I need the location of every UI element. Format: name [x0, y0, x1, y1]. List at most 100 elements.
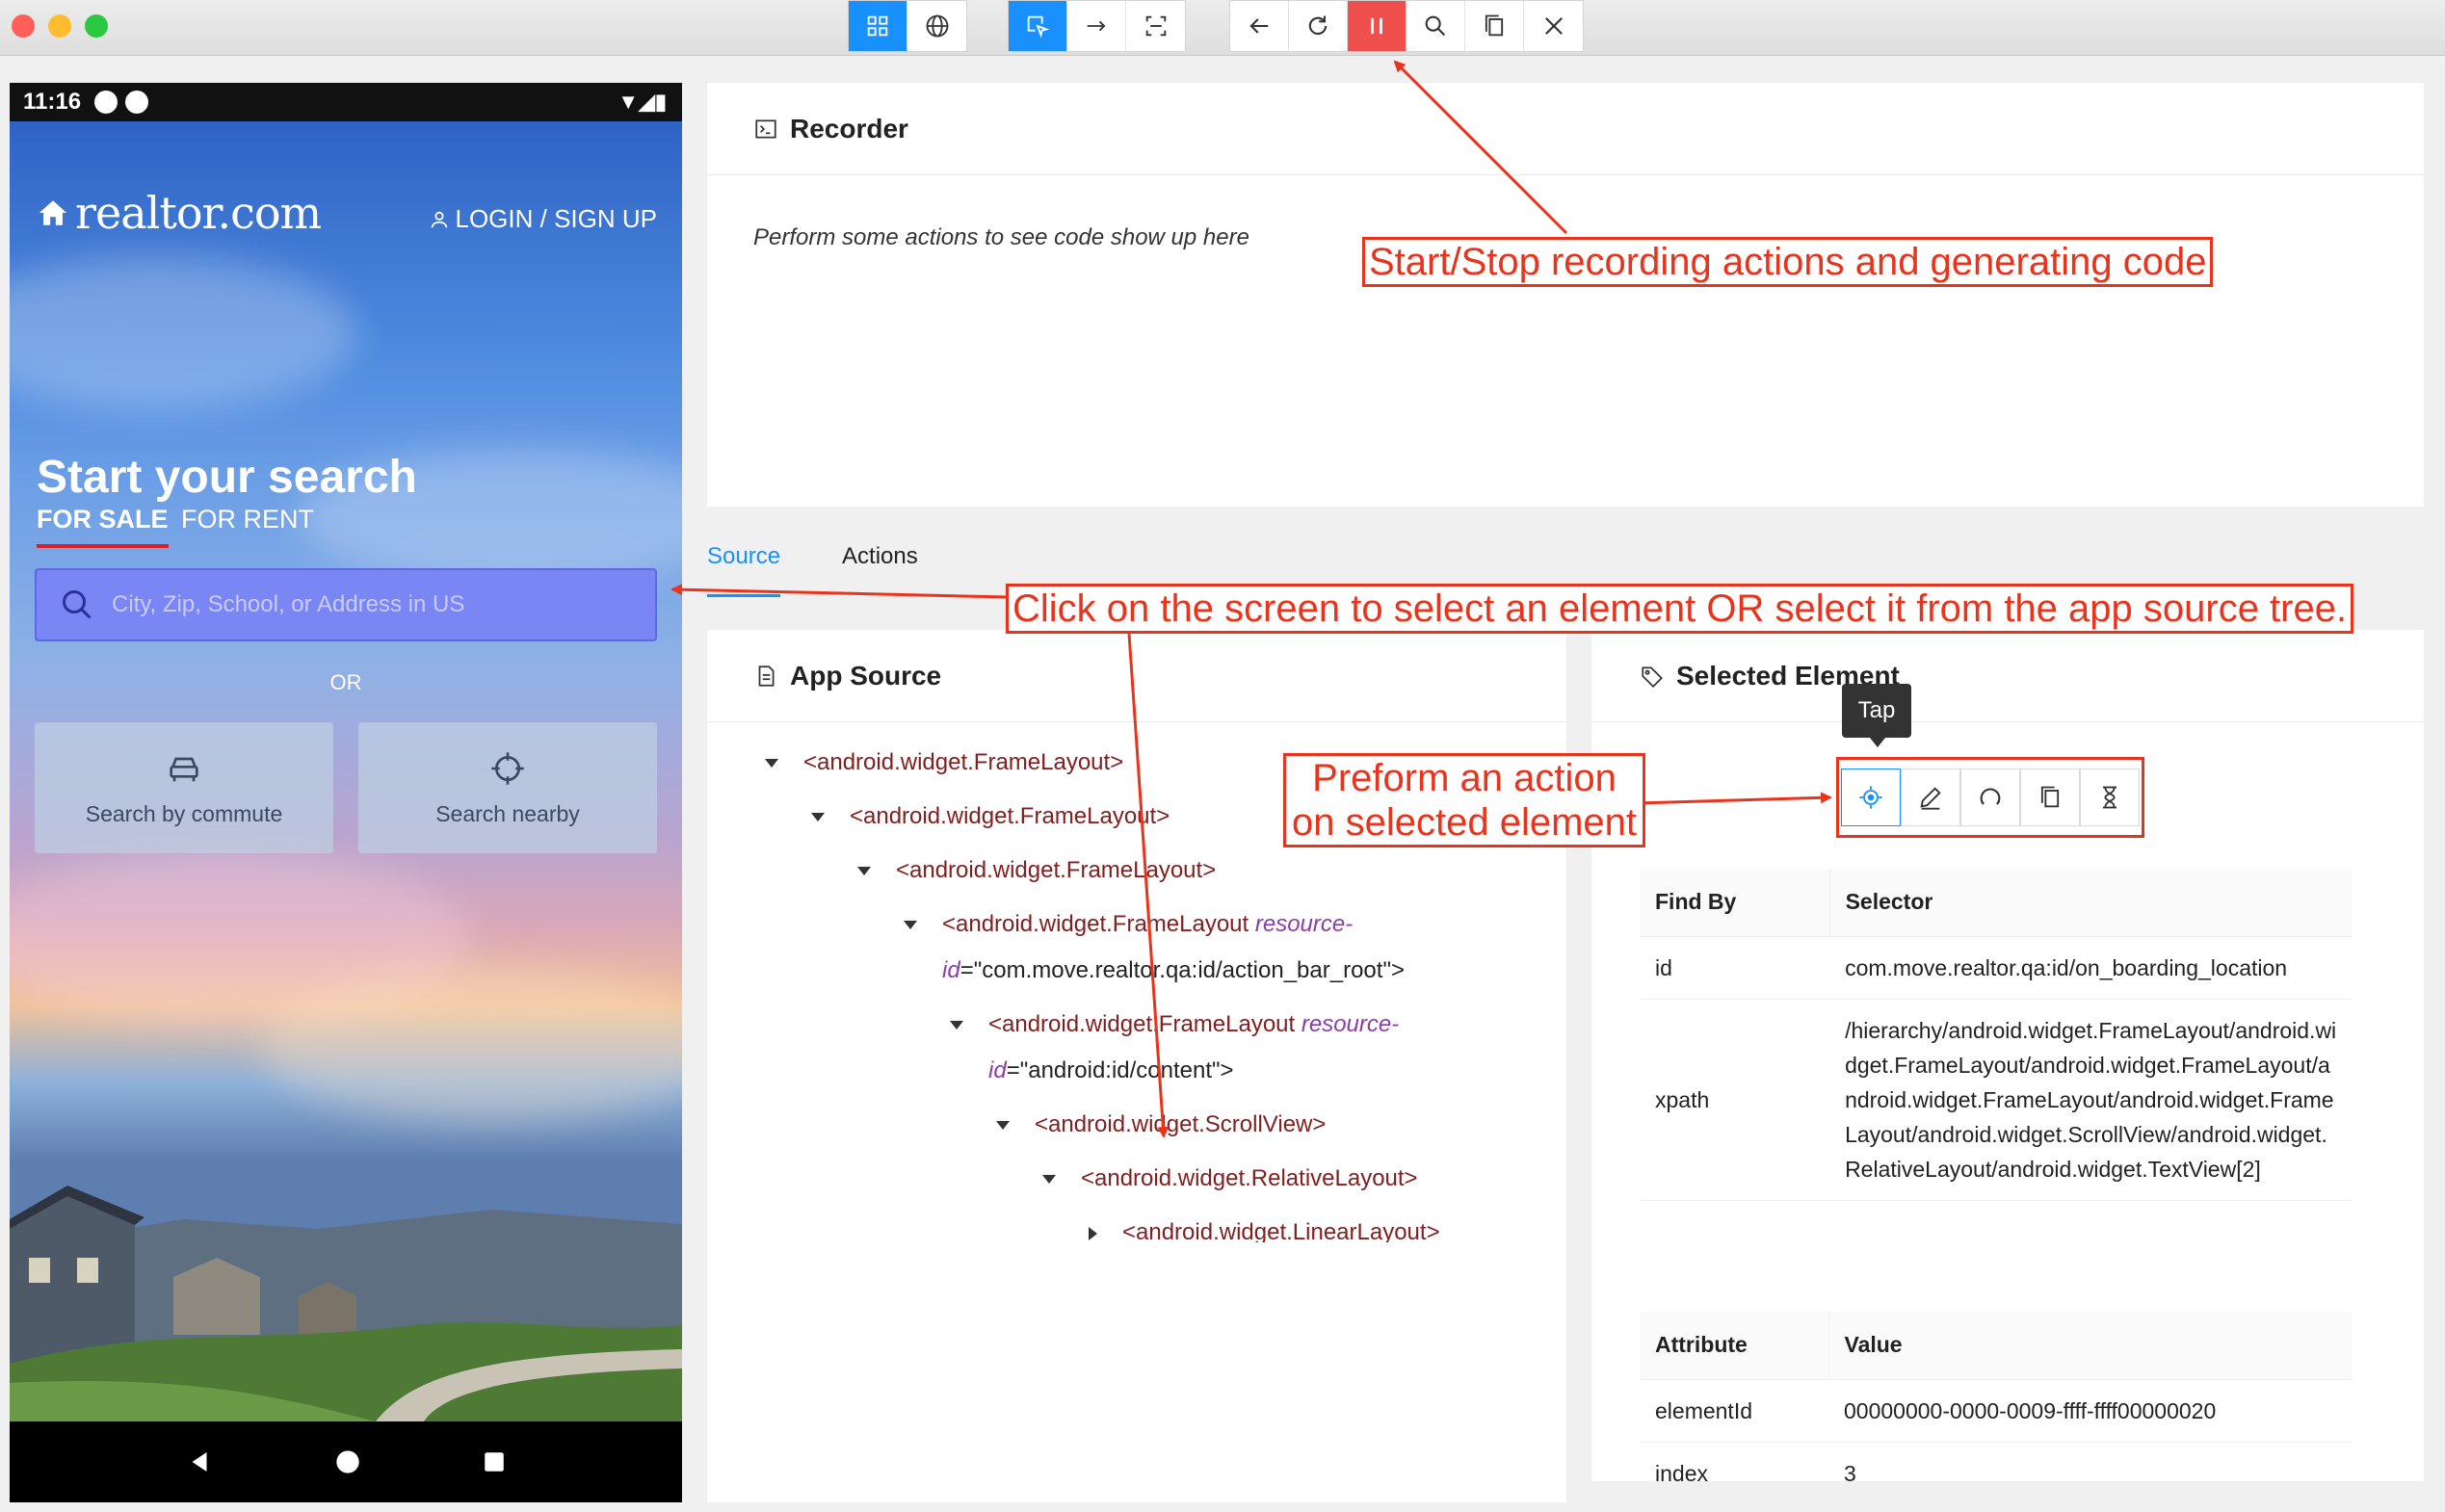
tap-coordinates-icon [1145, 15, 1166, 37]
search-by-commute-button[interactable]: Search by commute [35, 722, 333, 853]
copy-attributes-icon [2040, 786, 2060, 808]
commute-label: Search by commute [85, 800, 283, 826]
refresh-button[interactable] [1289, 1, 1348, 51]
swipe-button[interactable] [1067, 1, 1126, 51]
find-by-header: Find By [1640, 869, 1830, 937]
quit-session-icon [1544, 17, 1563, 35]
search-icon [1425, 15, 1446, 37]
toolbar-mode-group [848, 0, 967, 52]
tab-for-sale[interactable]: FOR SALE [37, 505, 169, 548]
record-annotation: Start/Stop recording actions and generat… [1362, 237, 2214, 287]
collapse-caret-icon[interactable] [1042, 1175, 1056, 1185]
tree-node[interactable]: <android.widget.FrameLayout resource- [950, 1002, 1399, 1048]
tree-node[interactable]: <android.widget.FrameLayout> [765, 740, 1123, 786]
tab-for-rent[interactable]: FOR RENT [181, 505, 314, 534]
recorder-panel: Recorder Perform some actions to see cod… [707, 83, 2424, 507]
refresh-icon [1308, 15, 1328, 36]
value-header: Value [1828, 1312, 2353, 1380]
terminal-icon [755, 118, 776, 139]
copy-xml-button[interactable] [1465, 1, 1524, 51]
tree-node[interactable]: <android.widget.ScrollView> [996, 1102, 1326, 1148]
tree-node-continuation[interactable]: id="android:id/content"> [988, 1048, 1234, 1094]
copy-attributes-button[interactable] [2020, 769, 2080, 826]
app-notification-icon [125, 91, 149, 114]
node-tag: <android.widget.FrameLayout [942, 911, 1249, 937]
tree-node-continuation[interactable]: id="com.move.realtor.qa:id/action_bar_ro… [942, 948, 1405, 994]
collapse-caret-icon[interactable] [857, 867, 871, 876]
action-annotation-line2: on selected element [1292, 801, 1638, 844]
realtor-logo: realtor.com [37, 187, 322, 239]
status-time: 11:16 [23, 89, 82, 115]
collapse-caret-icon[interactable] [996, 1121, 1010, 1131]
node-tag: <android.widget.RelativeLayout> [1081, 1165, 1418, 1191]
send-keys-button[interactable] [1901, 769, 1960, 826]
selector-cell[interactable]: com.move.realtor.qa:id/on_boarding_locat… [1829, 936, 2353, 1000]
app-screen[interactable]: realtor.com LOGIN / SIGN UP Start your s… [10, 121, 682, 1421]
back-button[interactable] [1230, 1, 1289, 51]
attribute-name: elementId [1640, 1379, 1828, 1443]
search-nearby-button[interactable]: Search nearby [358, 722, 657, 853]
attribute-value: 3 [1828, 1442, 2353, 1505]
globe-icon [926, 14, 948, 38]
table-row: id com.move.realtor.qa:id/on_boarding_lo… [1640, 936, 2353, 1000]
node-attribute-value: ="android:id/content"> [1006, 1057, 1234, 1083]
selector-cell[interactable]: /hierarchy/android.widget.FrameLayout/an… [1829, 999, 2353, 1201]
recents-nav-icon[interactable] [482, 1449, 507, 1474]
recorder-title: Recorder [790, 113, 908, 143]
crosshair-icon [491, 751, 524, 785]
car-icon [170, 757, 198, 781]
tree-node[interactable]: <android.widget.FrameLayout> [857, 847, 1216, 894]
search-elements-button[interactable] [1407, 1, 1465, 51]
find-by-cell: id [1640, 936, 1830, 1000]
close-window-button[interactable] [12, 14, 35, 38]
tab-actions[interactable]: Actions [842, 543, 918, 597]
node-attribute: id [942, 957, 960, 983]
tap-button[interactable] [1841, 769, 1901, 826]
clear-button[interactable] [1960, 769, 2020, 826]
tree-node[interactable]: <android.widget.LinearLayout> [1089, 1210, 1440, 1242]
location-search-input[interactable]: City, Zip, School, or Address in US [35, 568, 657, 641]
back-icon [1249, 18, 1269, 34]
select-elements-button[interactable] [1009, 1, 1067, 51]
recorder-header: Recorder [707, 83, 2424, 175]
home-nav-icon[interactable] [334, 1448, 361, 1475]
attribute-header: Attribute [1640, 1312, 1829, 1380]
collapse-caret-icon[interactable] [811, 813, 825, 822]
node-tag: <android.widget.LinearLayout> [1122, 1219, 1440, 1242]
toolbar-session-group [1229, 0, 1584, 52]
back-nav-icon[interactable] [185, 1447, 214, 1476]
pause-recording-button[interactable] [1348, 1, 1407, 51]
collapse-caret-icon[interactable] [904, 921, 917, 930]
web-mode-button[interactable] [907, 1, 966, 51]
pause-recording-icon [1371, 17, 1382, 35]
native-mode-button[interactable] [849, 1, 907, 51]
recorder-placeholder: Perform some actions to see code show up… [753, 224, 1249, 250]
app-source-header: App Source [707, 630, 1566, 722]
tree-node[interactable]: <android.widget.FrameLayout resource- [904, 901, 1353, 948]
tree-node[interactable]: <android.widget.RelativeLayout> [1042, 1156, 1418, 1202]
zoom-window-button[interactable] [85, 14, 108, 38]
node-attribute: resource- [1301, 1011, 1400, 1037]
toolbar-interaction-group [1008, 0, 1186, 52]
expand-caret-icon[interactable] [1089, 1226, 1097, 1240]
get-timing-button[interactable] [2080, 769, 2140, 826]
device-status-bar: 11:16 ▼◢▮ [10, 83, 682, 121]
swipe-icon [1087, 20, 1106, 32]
sky-cloud [260, 969, 682, 1123]
neighborhood-photo [10, 1186, 682, 1421]
attribute-value: 00000000-0000-0009-ffff-ffff00000020 [1828, 1379, 2353, 1443]
tree-node[interactable]: <android.widget.FrameLayout> [811, 794, 1170, 840]
device-screenshot[interactable]: 11:16 ▼◢▮ realtor.com LOGIN / SIGN UP St… [10, 83, 682, 1502]
find-by-cell: xpath [1640, 999, 1830, 1201]
collapse-caret-icon[interactable] [950, 1021, 963, 1030]
node-tag: <android.widget.FrameLayout [988, 1011, 1296, 1037]
minimize-window-button[interactable] [48, 14, 71, 38]
collapse-caret-icon[interactable] [765, 759, 778, 769]
login-signup-link[interactable]: LOGIN / SIGN UP [429, 204, 657, 234]
node-tag: <android.widget.FrameLayout> [850, 803, 1170, 829]
tab-source[interactable]: Source [707, 543, 781, 597]
node-tag: <android.widget.ScrollView> [1035, 1111, 1327, 1137]
search-icon [63, 590, 92, 619]
quit-session-button[interactable] [1524, 1, 1583, 51]
tap-coordinates-button[interactable] [1126, 1, 1185, 51]
